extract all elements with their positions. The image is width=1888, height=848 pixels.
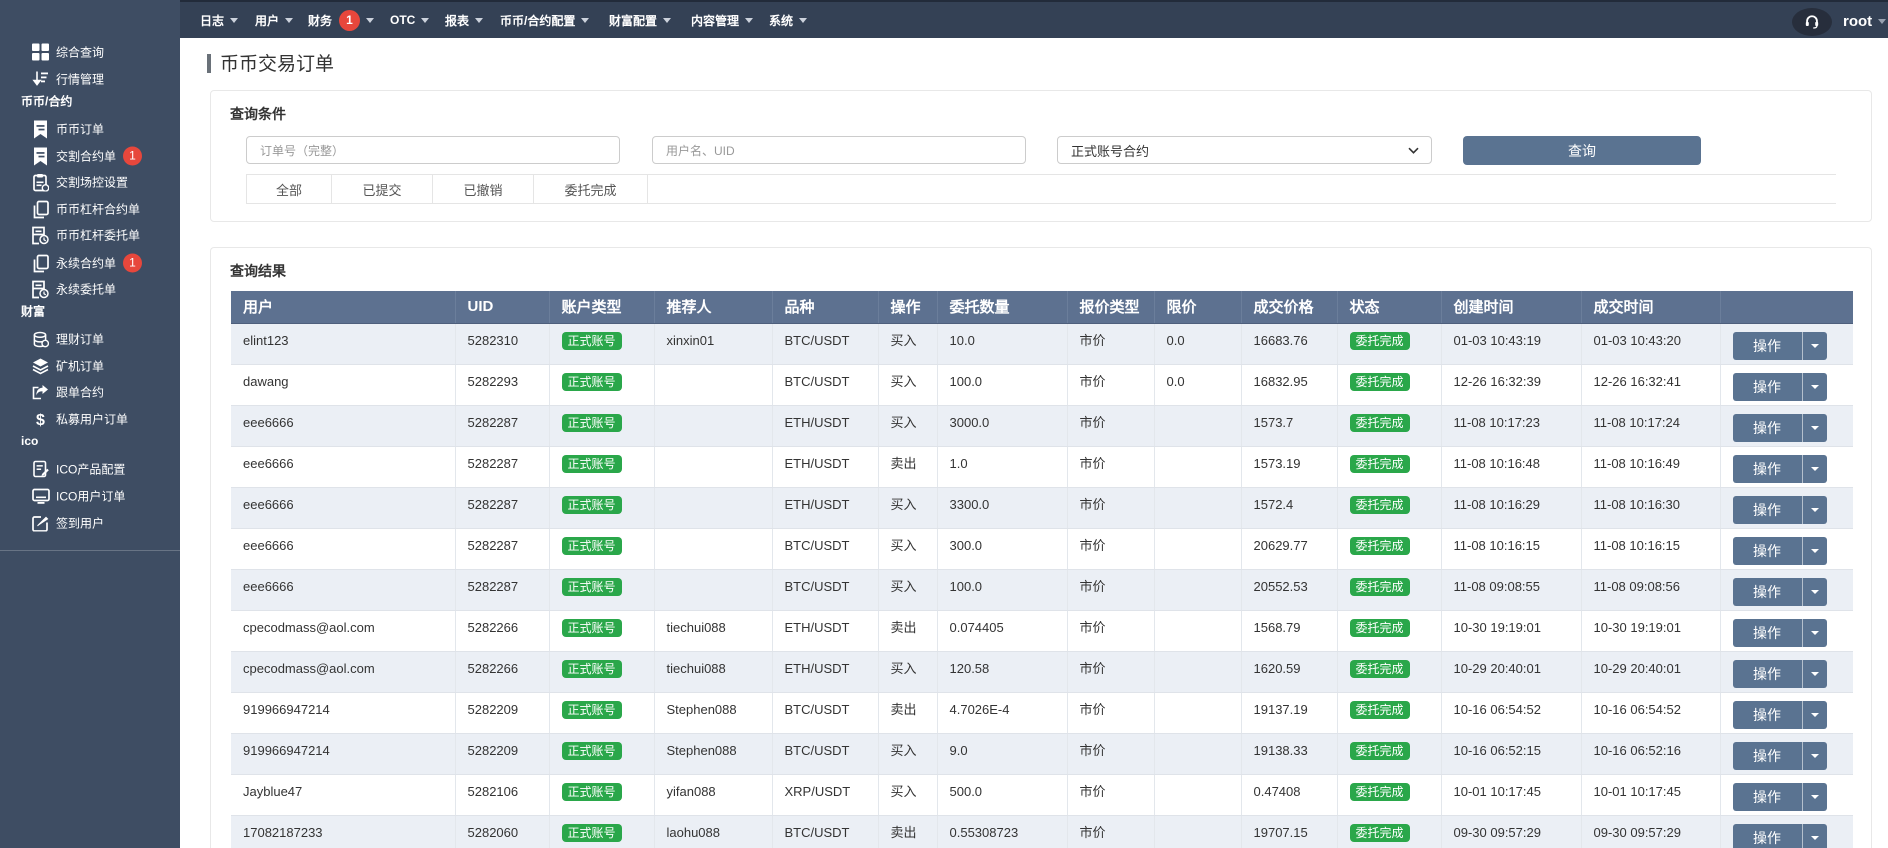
svg-text:$: $ (36, 412, 45, 429)
